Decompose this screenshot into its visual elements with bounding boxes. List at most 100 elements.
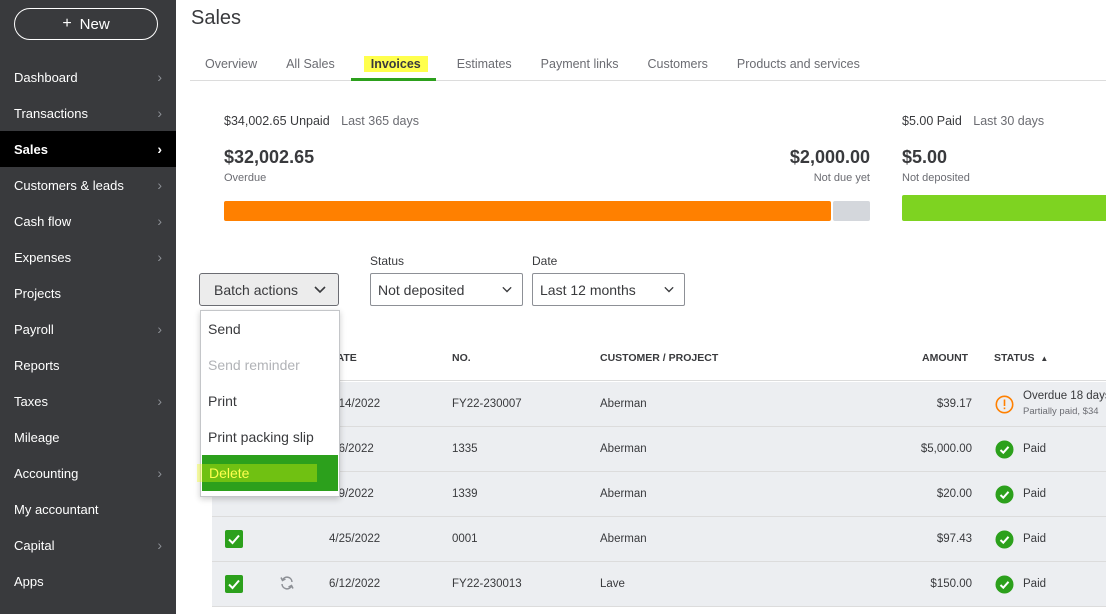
tab-label: Overview: [205, 57, 258, 71]
date-filter-select[interactable]: Last 12 months: [532, 273, 685, 306]
invoice-status: Paid: [1023, 533, 1047, 545]
amount-column-header[interactable]: AMOUNT: [922, 352, 968, 364]
tab-overview[interactable]: Overview: [190, 50, 271, 80]
sidebar-item-sales[interactable]: Sales ›: [0, 131, 176, 167]
new-button[interactable]: + New: [14, 8, 158, 40]
main-content: Sales Overview All Sales Invoices Estimates…: [176, 0, 1106, 614]
invoice-number: 0001: [452, 533, 478, 545]
table-row[interactable]: 4/14/2022 FY22-230007 Aberman $39.17 Overdue…: [212, 382, 1106, 427]
invoice-customer: Aberman: [600, 488, 647, 500]
overdue-bar-fill[interactable]: [224, 201, 831, 221]
sidebar-item-capital[interactable]: Capital ›: [0, 527, 176, 563]
sidebar: + New Dashboard › Transactions › Sales › Custo…: [0, 0, 176, 614]
sidebar-item-label: Apps: [14, 573, 44, 589]
menu-item-print[interactable]: Print: [201, 383, 339, 419]
sidebar-item-my-accountant[interactable]: My accountant: [0, 491, 176, 527]
sidebar-item-reports[interactable]: Reports: [0, 347, 176, 383]
sidebar-item-mileage[interactable]: Mileage: [0, 419, 176, 455]
tab-all-sales[interactable]: All Sales: [271, 50, 349, 80]
table-row[interactable]: 6/12/2022 FY22-230013 Lave $150.00 Paid: [212, 562, 1106, 607]
customer-column-header[interactable]: CUSTOMER / PROJECT: [600, 352, 718, 364]
no-column-header[interactable]: NO.: [452, 352, 471, 364]
table-row[interactable]: 5/9/2022 1339 Aberman $20.00 Paid: [212, 472, 1106, 517]
sidebar-item-apps[interactable]: Apps: [0, 563, 176, 599]
status-filter-value: Not deposited: [378, 281, 465, 298]
invoice-customer: Lave: [600, 578, 625, 590]
batch-actions-menu: Send Send reminder Print Print packing slip…: [197, 310, 340, 497]
not-due-label: Not due yet: [813, 172, 870, 184]
tab-label: Products and services: [736, 57, 860, 71]
sidebar-item-payroll[interactable]: Payroll ›: [0, 311, 176, 347]
chevron-down-icon: [664, 286, 674, 293]
tab-label: All Sales: [286, 57, 335, 71]
overdue-label: Overdue: [224, 172, 267, 184]
not-due-amount[interactable]: $2,000.00: [790, 147, 870, 168]
sidebar-item-label: Payroll: [14, 321, 54, 337]
table-row[interactable]: 5/6/2022 1335 Aberman $5,000.00 Paid: [212, 427, 1106, 472]
paid-period: Last 30 days: [973, 114, 1045, 128]
tab-customers[interactable]: Customers: [632, 50, 721, 80]
menu-item-print-packing-slip[interactable]: Print packing slip: [201, 419, 339, 455]
tab-products-and-services[interactable]: Products and services: [722, 50, 874, 80]
not-deposited-amount[interactable]: $5.00: [902, 147, 947, 168]
sidebar-item-label: Projects: [14, 285, 61, 301]
tab-label: Customers: [647, 57, 708, 71]
row-checkbox[interactable]: [225, 575, 243, 593]
sidebar-item-label: Cash flow: [14, 213, 72, 229]
sidebar-item-expenses[interactable]: Expenses ›: [0, 239, 176, 275]
sidebar-item-dashboard[interactable]: Dashboard ›: [0, 59, 176, 95]
not-due-bar-fill[interactable]: [833, 201, 870, 221]
sidebar-item-projects[interactable]: Projects: [0, 275, 176, 311]
invoice-status: Paid: [1023, 578, 1047, 590]
status-filter-label: Status: [370, 254, 405, 268]
menu-item-send[interactable]: Send: [201, 311, 339, 347]
invoice-number: FY22-230007: [452, 398, 522, 410]
sidebar-item-label: Capital: [14, 537, 55, 553]
chevron-right-icon: ›: [157, 213, 162, 229]
invoice-amount: $5,000.00: [920, 443, 972, 455]
paid-progress-bar[interactable]: [902, 195, 1106, 221]
row-checkbox[interactable]: [225, 530, 243, 548]
sidebar-item-cash-flow[interactable]: Cash flow ›: [0, 203, 176, 239]
sidebar-item-transactions[interactable]: Transactions ›: [0, 95, 176, 131]
sidebar-item-label: Accounting: [14, 465, 79, 481]
batch-actions-label: Batch actions: [214, 281, 299, 298]
chevron-right-icon: ›: [157, 465, 162, 481]
sales-tabs: Overview All Sales Invoices Estimates Paymen…: [190, 50, 1106, 81]
chevron-right-icon: ›: [157, 69, 162, 85]
batch-actions-button[interactable]: Batch actions: [199, 273, 339, 306]
check-circle-icon: [995, 575, 1014, 594]
sidebar-item-label: Taxes: [14, 393, 48, 409]
invoice-date: 6/12/2022: [329, 578, 381, 590]
status-column-header[interactable]: STATUS ▲: [994, 352, 1048, 364]
table-row[interactable]: 4/25/2022 0001 Aberman $97.43 Paid: [212, 517, 1106, 562]
invoice-date: 4/25/2022: [329, 533, 381, 545]
checkmark-icon: [228, 534, 240, 545]
sidebar-item-label: Sales: [14, 141, 48, 157]
chevron-right-icon: ›: [157, 321, 162, 337]
invoice-table-header: DATE NO. CUSTOMER / PROJECT AMOUNT STATU…: [212, 336, 1106, 381]
status-filter-select[interactable]: Not deposited: [370, 273, 523, 306]
menu-item-label: Delete: [209, 465, 250, 481]
tab-estimates[interactable]: Estimates: [442, 50, 526, 80]
unpaid-amount: $34,002.65: [224, 114, 287, 128]
tab-invoices[interactable]: Invoices: [349, 50, 442, 81]
unpaid-progress-bar[interactable]: [224, 201, 870, 221]
invoice-status: Paid: [1023, 443, 1047, 455]
invoice-amount: $20.00: [936, 488, 972, 500]
invoice-amount: $39.17: [936, 398, 972, 410]
paid-amount: $5.00: [902, 114, 934, 128]
sidebar-item-taxes[interactable]: Taxes ›: [0, 383, 176, 419]
page-title: Sales: [191, 7, 242, 29]
tab-payment-links[interactable]: Payment links: [526, 50, 633, 80]
sidebar-item-accounting[interactable]: Accounting ›: [0, 455, 176, 491]
overdue-amount[interactable]: $32,002.65: [224, 147, 314, 168]
chevron-right-icon: ›: [157, 249, 162, 265]
menu-item-send-reminder: Send reminder: [201, 347, 339, 383]
menu-item-label: Print packing slip: [208, 429, 314, 445]
menu-item-delete[interactable]: Delete: [197, 455, 338, 491]
tab-label: Estimates: [456, 57, 512, 71]
sidebar-item-label: My accountant: [14, 501, 99, 517]
sidebar-item-customers-leads[interactable]: Customers & leads ›: [0, 167, 176, 203]
paid-summary: $5.00 Paid Last 30 days: [902, 114, 1044, 128]
